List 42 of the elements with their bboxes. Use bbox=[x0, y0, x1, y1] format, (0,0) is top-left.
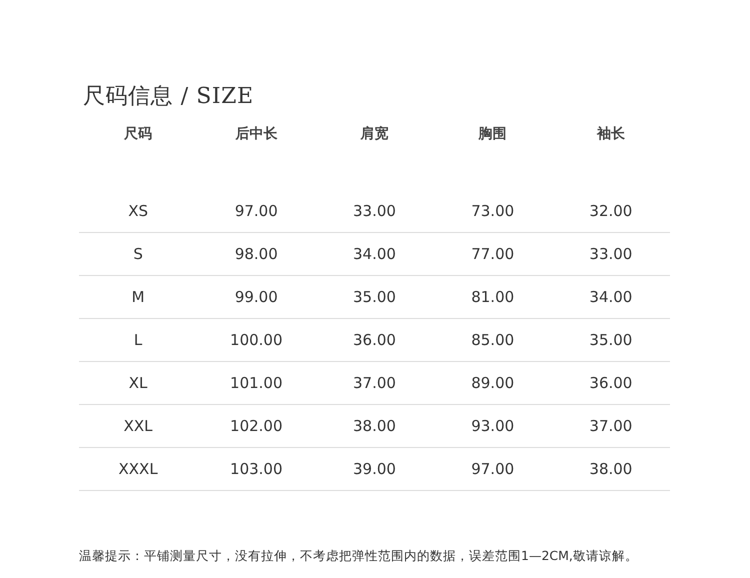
table-cell-text: M bbox=[132, 286, 145, 308]
table-cell-text: XL bbox=[128, 372, 148, 394]
table-cell-text: 77.00 bbox=[471, 244, 514, 265]
column-header: 袖长 bbox=[596, 125, 625, 144]
table-cell-text: XXXL bbox=[118, 458, 158, 480]
table-cell-text: 37.00 bbox=[353, 372, 396, 394]
table-cell-text: 33.00 bbox=[589, 244, 632, 265]
table-cell-text: L bbox=[134, 330, 142, 351]
table-cell-text: 34.00 bbox=[589, 286, 632, 308]
table-cell-text: 97.00 bbox=[234, 200, 278, 222]
column-header: 胸围 bbox=[478, 125, 507, 144]
table-cell-text: 73.00 bbox=[471, 200, 514, 222]
table-cell-text: 81.00 bbox=[471, 286, 514, 308]
table-cell-text: 85.00 bbox=[471, 330, 514, 351]
table-cell-text: 97.00 bbox=[471, 458, 514, 480]
table-cell-text: S bbox=[133, 244, 143, 265]
table-cell-text: 36.00 bbox=[589, 372, 632, 394]
table-cell-text: 35.00 bbox=[353, 286, 396, 308]
table-cell-text: 39.00 bbox=[353, 458, 396, 480]
table-cell-text: 89.00 bbox=[471, 372, 514, 394]
table-cell-text: 99.00 bbox=[234, 286, 278, 308]
column-header: 后中长 bbox=[235, 125, 278, 144]
table-cell-text: 33.00 bbox=[353, 200, 396, 222]
table-cell-text: 32.00 bbox=[589, 200, 632, 222]
table-cell-text: 93.00 bbox=[471, 416, 514, 437]
table-cell-text: 100.00 bbox=[230, 330, 283, 351]
table-cell-text: 36.00 bbox=[353, 330, 396, 351]
table-cell-text: 38.00 bbox=[353, 416, 396, 437]
table-cell-text: 38.00 bbox=[589, 458, 632, 480]
note-text: 温馨提示：平铺测量尺寸，没有拉伸，不考虑把弹性范围内的数据，误差范围1—2CM,敬请谅解。 bbox=[79, 548, 638, 563]
table-cell-text: XXL bbox=[124, 416, 153, 437]
column-header: 尺码 bbox=[124, 125, 152, 144]
table-cell-text: 37.00 bbox=[589, 416, 632, 437]
table-cell-text: 103.00 bbox=[230, 458, 283, 480]
table-cell-text: 101.00 bbox=[230, 372, 283, 394]
table-cell-text: 34.00 bbox=[353, 244, 396, 265]
table-cell-text: 102.00 bbox=[230, 416, 283, 437]
page-title: 尺码信息 / SIZE bbox=[83, 83, 254, 111]
column-header: 肩宽 bbox=[360, 124, 388, 144]
table-cell-text: XS bbox=[128, 200, 148, 222]
table-cell-text: 35.00 bbox=[589, 330, 632, 351]
table-cell-text: 98.00 bbox=[234, 244, 278, 265]
